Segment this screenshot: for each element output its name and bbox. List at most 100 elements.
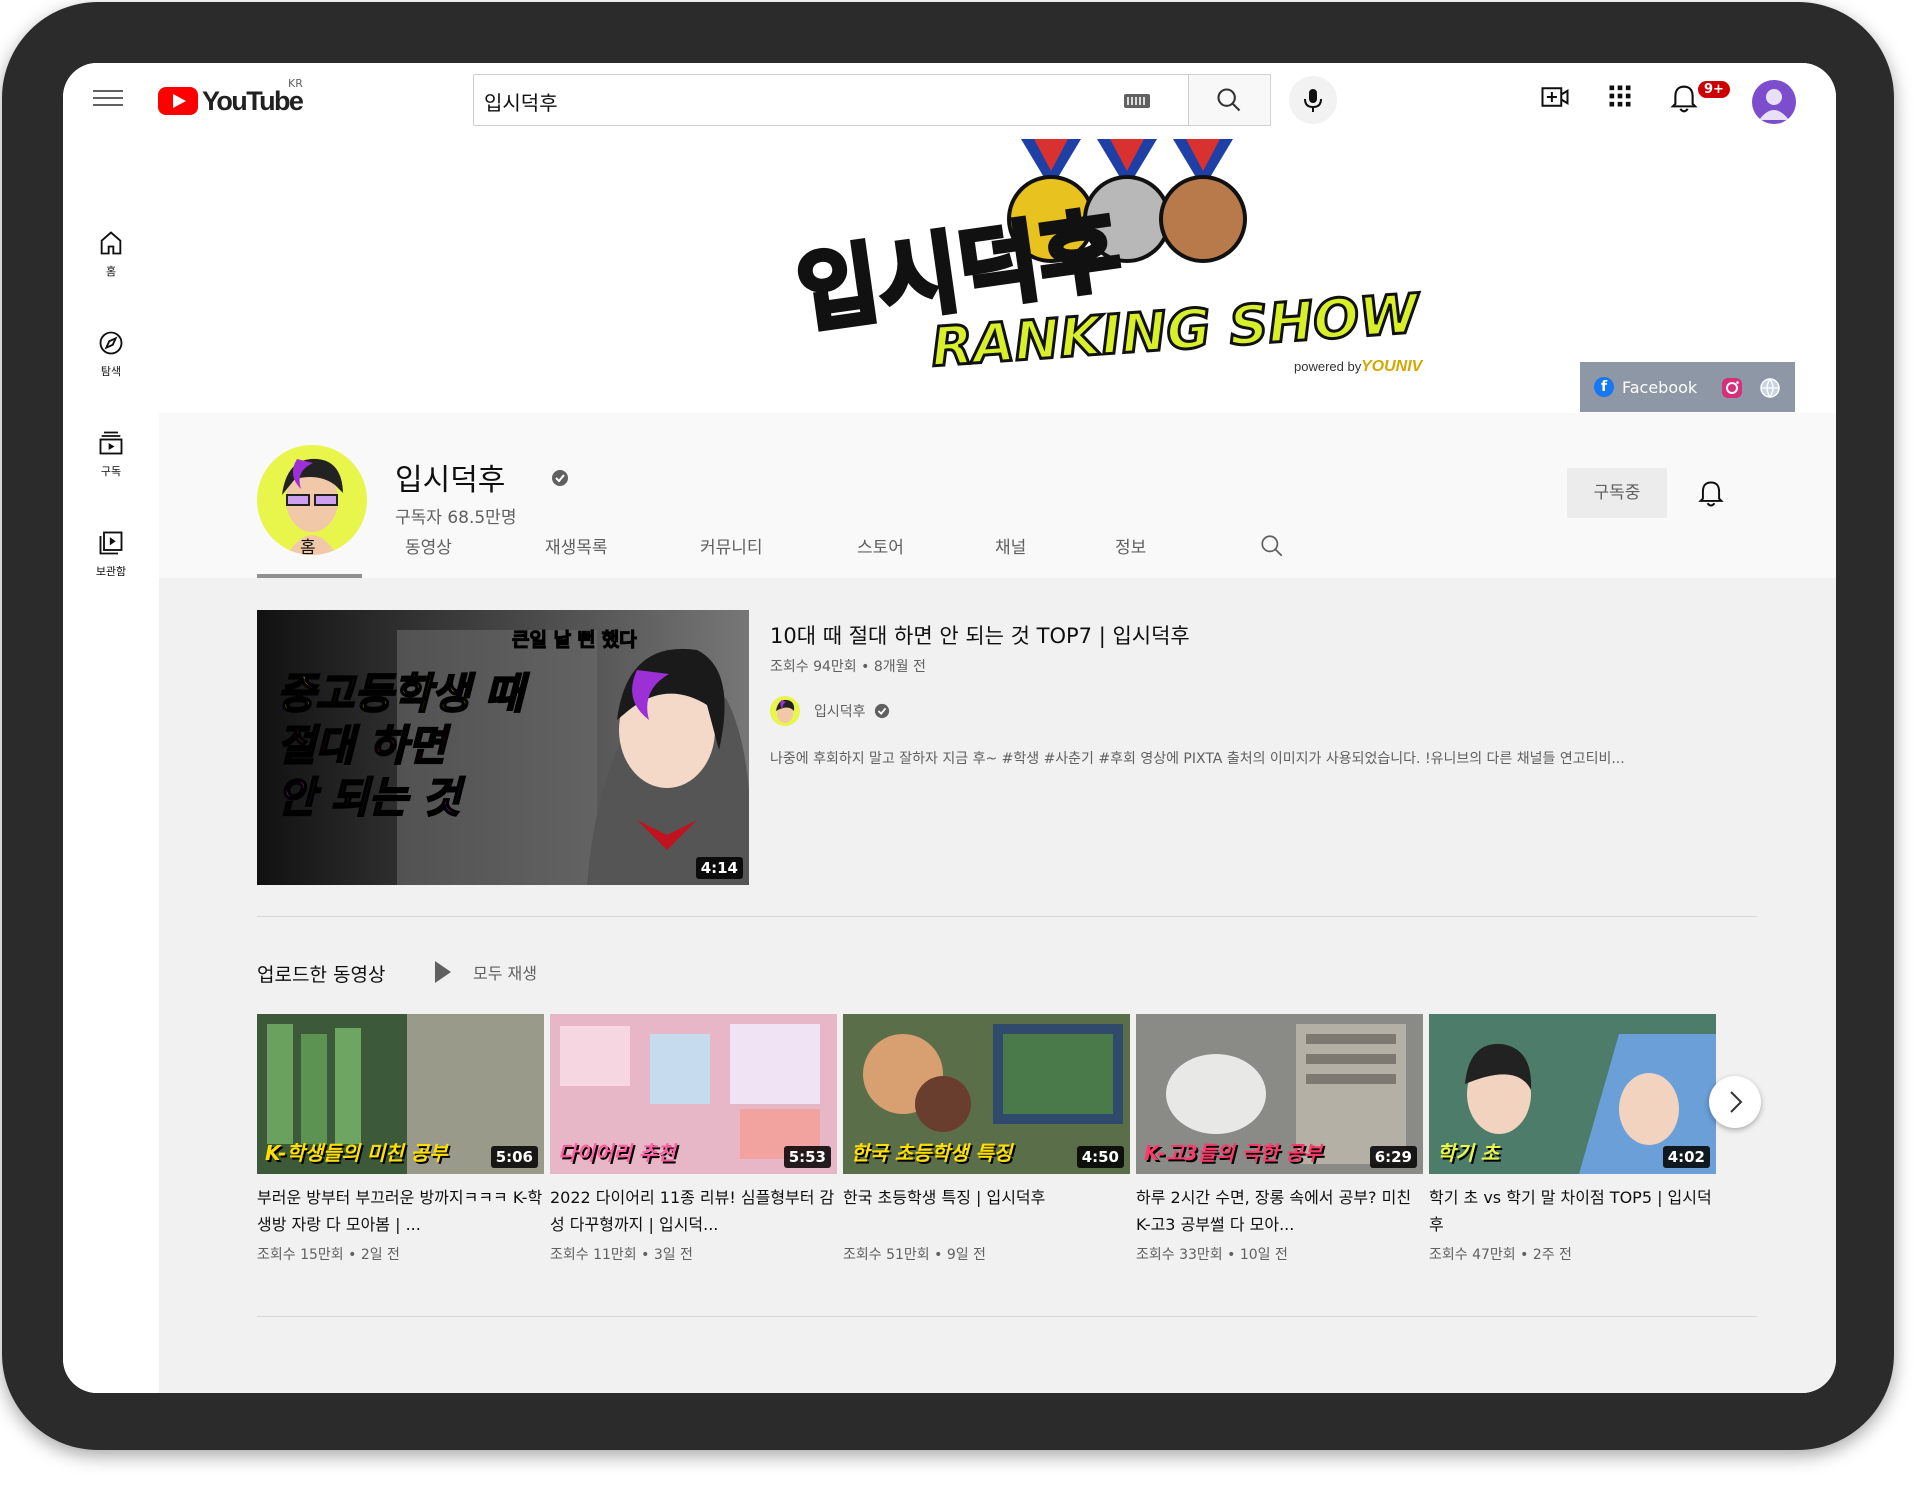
video-title[interactable]: 학기 초 vs 학기 말 차이점 TOP5 | 입시덕후: [1429, 1184, 1716, 1238]
thumbnail-caption: K-학생들의 미친 공부: [265, 1141, 448, 1165]
shelf-next-button[interactable]: [1709, 1076, 1761, 1128]
video-duration: 5:06: [490, 1146, 538, 1168]
tab-channels[interactable]: 채널: [995, 533, 1026, 558]
sidebar-item-subscriptions[interactable]: 구독: [63, 429, 159, 479]
search-icon: [1217, 88, 1241, 112]
home-icon: [100, 231, 122, 255]
video-thumbnail[interactable]: 학기 초 4:02: [1429, 1014, 1716, 1174]
instagram-icon[interactable]: [1721, 377, 1743, 399]
verified-badge-icon: [874, 703, 889, 719]
subscribed-button[interactable]: 구독중: [1567, 468, 1667, 518]
sidebar-item-library[interactable]: 보관함: [63, 529, 159, 579]
video-card[interactable]: 한국 초등학생 특징 4:50 한국 초등학생 특징 | 입시덕후 조회수 51…: [843, 1014, 1130, 1264]
channel-header: 입시덕후 구독자 68.5만명 구독중 홈 동영상 재생목록 커뮤니티 스토어 …: [159, 413, 1836, 578]
video-duration: 6:29: [1369, 1146, 1417, 1168]
video-meta: 조회수 33만회 • 10일 전: [1136, 1247, 1288, 1263]
video-meta: 조회수 47만회 • 2주 전: [1429, 1247, 1572, 1263]
brand-text: YOUNIV: [1361, 358, 1424, 375]
video-duration: 5:53: [783, 1146, 831, 1168]
video-thumbnail[interactable]: 한국 초등학생 특징 4:50: [843, 1014, 1130, 1174]
logo-text: YouTube: [202, 85, 304, 116]
thumbnail-caption: 한국 초등학생 특징: [851, 1141, 1013, 1165]
globe-icon[interactable]: [1759, 377, 1781, 399]
channel-name: 입시덕후: [395, 463, 506, 498]
top-bar: YouTube KR 입시덕후 9+: [63, 63, 1836, 139]
sidebar-label: 홈: [105, 265, 117, 278]
compass-icon: [99, 331, 123, 355]
tab-about[interactable]: 정보: [1115, 533, 1146, 558]
sidebar-label: 탐색: [100, 365, 122, 378]
video-card[interactable]: K-고3들의 극한 공부 6:29 하루 2시간 수면, 장롱 속에서 공부? …: [1136, 1014, 1423, 1264]
video-meta: 조회수 11만회 • 3일 전: [550, 1247, 693, 1263]
video-title[interactable]: 하루 2시간 수면, 장롱 속에서 공부? 미친 K-고3 공부썰 다 모아..…: [1136, 1184, 1423, 1238]
thumbnail-caption: 다이어리 추천: [558, 1141, 676, 1165]
shelf-title: 업로드한 동영상: [257, 964, 386, 986]
tab-playlists[interactable]: 재생목록: [545, 533, 608, 558]
tab-community[interactable]: 커뮤니티: [700, 533, 763, 558]
sidebar-item-explore[interactable]: 탐색: [63, 329, 159, 379]
featured-thumb-line-2: 절대 하면: [277, 721, 451, 770]
video-thumbnail[interactable]: K-고3들의 극한 공부 6:29: [1136, 1014, 1423, 1174]
video-title[interactable]: 한국 초등학생 특징 | 입시덕후: [843, 1184, 1130, 1238]
chevron-right-icon: [1730, 1091, 1743, 1113]
featured-video-meta: 조회수 94만회 • 8개월 전: [770, 659, 926, 675]
banner-links: f Facebook: [1580, 362, 1795, 412]
library-icon: [99, 531, 123, 555]
account-avatar[interactable]: [1752, 80, 1796, 124]
sidebar-label: 보관함: [95, 565, 127, 578]
menu-icon[interactable]: [93, 85, 123, 111]
featured-video-thumbnail[interactable]: 중고등학생 때 절대 하면 안 되는 것 큰일 날 뻔 했다 4:14: [257, 610, 749, 885]
thumbnail-caption: K-고3들의 극한 공부: [1144, 1141, 1322, 1165]
featured-video-title[interactable]: 10대 때 절대 하면 안 되는 것 TOP7 | 입시덕후: [770, 620, 1190, 650]
youtube-play-icon: [158, 87, 198, 115]
video-card[interactable]: 다이어리 추천 5:53 2022 다이어리 11종 리뷰! 심플형부터 감성 …: [550, 1014, 837, 1264]
facebook-label: Facebook: [1622, 377, 1698, 397]
video-thumbnail[interactable]: K-학생들의 미친 공부 5:06: [257, 1014, 544, 1174]
voice-search-button[interactable]: [1289, 76, 1337, 124]
mini-avatar-image: [776, 699, 795, 723]
channel-home-content: 중고등학생 때 절대 하면 안 되는 것 큰일 날 뻔 했다 4:14 10대 …: [159, 578, 1836, 1393]
play-all-label: 모두 재생: [473, 964, 537, 983]
microphone-icon: [1304, 89, 1322, 112]
sidebar-item-home[interactable]: 홈: [63, 229, 159, 279]
logo-country-code: KR: [288, 77, 303, 90]
featured-duration: 4:14: [695, 857, 743, 879]
powered-by-text: powered by: [1294, 359, 1362, 374]
featured-thumb-line-3: 안 되는 것: [277, 773, 465, 822]
video-title[interactable]: 부러운 방부터 부끄러운 방까지ㅋㅋㅋ K-학생방 자랑 다 모아봄 | ...: [257, 1184, 544, 1238]
search-button[interactable]: [1189, 74, 1271, 126]
keyboard-icon[interactable]: [1124, 94, 1150, 108]
video-meta: 조회수 15만회 • 2일 전: [257, 1247, 400, 1263]
video-card[interactable]: 학기 초 4:02 학기 초 vs 학기 말 차이점 TOP5 | 입시덕후 조…: [1429, 1014, 1716, 1264]
video-title[interactable]: 2022 다이어리 11종 리뷰! 심플형부터 감성 다꾸형까지 | 입시덕..…: [550, 1184, 837, 1238]
tab-home[interactable]: 홈: [300, 533, 316, 558]
notifications-bell-icon[interactable]: [1669, 83, 1699, 115]
subscriptions-icon: [99, 431, 123, 455]
tab-videos[interactable]: 동영상: [405, 533, 452, 558]
featured-thumb-line-1: 중고등학생 때: [277, 669, 530, 718]
tab-store[interactable]: 스토어: [857, 533, 904, 558]
subscriber-count: 구독자 68.5만명: [395, 508, 517, 528]
youtube-logo[interactable]: YouTube: [158, 83, 304, 119]
section-divider: [257, 916, 1757, 917]
featured-channel-avatar: [770, 696, 800, 726]
notification-bell-icon[interactable]: [1697, 479, 1725, 509]
sidebar: 홈 탐색 구독 보관함: [63, 139, 159, 1393]
featured-channel-name: 입시덕후: [814, 704, 866, 720]
create-video-icon[interactable]: [1540, 82, 1570, 112]
facebook-icon: f: [1594, 377, 1614, 397]
apps-grid-icon[interactable]: [1606, 82, 1634, 110]
video-meta: 조회수 51만회 • 9일 전: [843, 1247, 986, 1263]
play-all-button[interactable]: 모두 재생: [435, 960, 537, 984]
play-icon: [435, 961, 451, 983]
video-thumbnail[interactable]: 다이어리 추천 5:53: [550, 1014, 837, 1174]
facebook-link[interactable]: f Facebook: [1594, 375, 1697, 399]
screen: YouTube KR 입시덕후 9+ 홈 탐색 구독 보관함 입시덕후 RANK…: [63, 63, 1836, 1393]
user-avatar-icon: [1759, 89, 1789, 120]
channel-search-icon[interactable]: [1259, 533, 1285, 559]
search-value: 입시덕후: [484, 91, 558, 115]
video-card[interactable]: K-학생들의 미친 공부 5:06 부러운 방부터 부끄러운 방까지ㅋㅋㅋ K-…: [257, 1014, 544, 1264]
search-input[interactable]: 입시덕후: [473, 74, 1238, 126]
sidebar-label: 구독: [100, 465, 122, 478]
featured-channel[interactable]: 입시덕후: [770, 696, 890, 726]
